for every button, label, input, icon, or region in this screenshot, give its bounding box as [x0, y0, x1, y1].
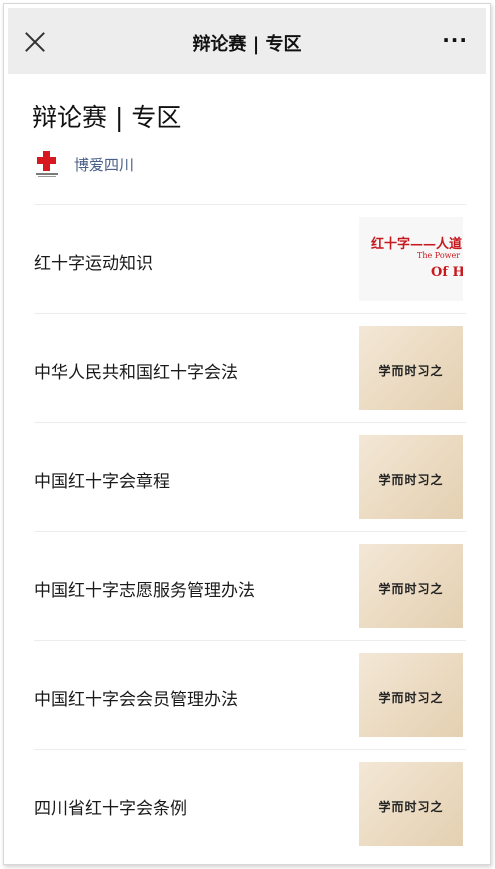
thumbnail-text: 红十字——人道 [371, 237, 463, 252]
thumbnail-text: 学而时习之 [378, 582, 444, 596]
article-title: 四川省红十字会条例 [34, 799, 187, 819]
list-item-article-3[interactable]: 中国红十字会章程 学而时习之 [34, 422, 466, 531]
page-title: 辩论赛 | 专区 [32, 103, 182, 132]
article-title: 红十字运动知识 [34, 254, 153, 274]
top-bar-title: 辩论赛 | 专区 [192, 34, 302, 55]
thumbnail-text: Of Hu [431, 265, 463, 280]
list-item-article-4[interactable]: 中国红十字志愿服务管理办法 学而时习之 [34, 531, 466, 640]
thumbnail-text: 学而时习之 [378, 364, 444, 378]
app-frame: 辩论赛 | 专区 ··· 辩论赛 | 专区 博爱四川 红十字运动知识 红十字——… [3, 3, 491, 865]
publisher-link[interactable]: 博爱四川 [34, 149, 134, 179]
article-thumbnail: 学而时习之 [359, 762, 463, 846]
article-thumbnail: 学而时习之 [359, 544, 463, 628]
top-bar: 辩论赛 | 专区 ··· [8, 8, 486, 74]
thumbnail-text: 学而时习之 [378, 800, 444, 814]
article-thumbnail: 学而时习之 [359, 653, 463, 737]
article-thumbnail: 红十字——人道 The Power Of Hu [359, 217, 463, 301]
list-item-article-1[interactable]: 红十字运动知识 红十字——人道 The Power Of Hu [34, 204, 466, 313]
article-thumbnail: 学而时习之 [359, 326, 463, 410]
publisher-name[interactable]: 博爱四川 [74, 154, 134, 175]
article-title: 中国红十字会会员管理办法 [34, 690, 238, 710]
list-item-article-2[interactable]: 中华人民共和国红十字会法 学而时习之 [34, 313, 466, 422]
list-item-article-5[interactable]: 中国红十字会会员管理办法 学而时习之 [34, 640, 466, 749]
article-title: 中华人民共和国红十字会法 [34, 363, 238, 383]
article-list: 红十字运动知识 红十字——人道 The Power Of Hu 中华人民共和国红… [34, 204, 466, 858]
red-cross-logo-icon [34, 149, 60, 179]
article-title: 中国红十字会章程 [34, 472, 170, 492]
article-thumbnail: 学而时习之 [359, 435, 463, 519]
list-item-article-6[interactable]: 四川省红十字会条例 学而时习之 [34, 749, 466, 858]
thumbnail-text: The Power [417, 251, 461, 260]
article-title: 中国红十字志愿服务管理办法 [34, 581, 255, 601]
thumbnail-text: 学而时习之 [378, 473, 444, 487]
more-icon[interactable]: ··· [442, 28, 468, 52]
thumbnail-text: 学而时习之 [378, 691, 444, 705]
